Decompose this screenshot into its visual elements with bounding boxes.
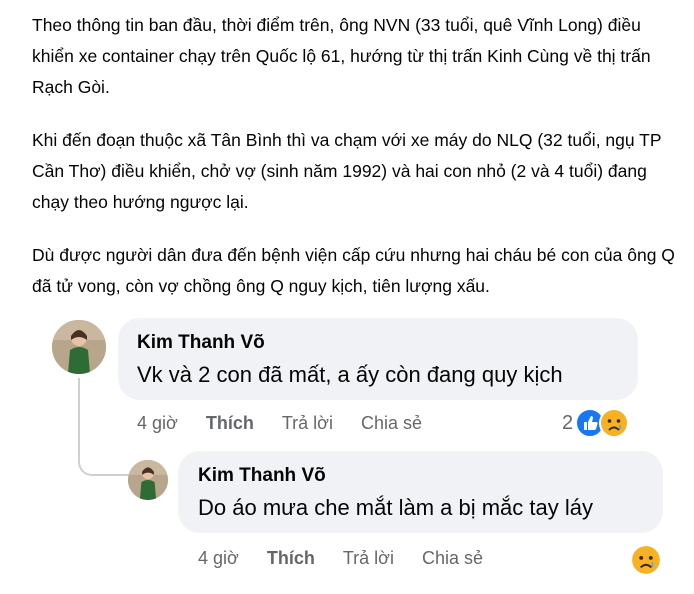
comment-author[interactable]: Kim Thanh Võ	[137, 332, 265, 354]
share-button[interactable]: Chia sẻ	[361, 413, 422, 434]
reply-button[interactable]: Trả lời	[282, 413, 333, 434]
avatar[interactable]	[128, 460, 168, 500]
avatar-image	[128, 460, 168, 500]
post-paragraph: Theo thông tin ban đầu, thời điểm trên, …	[32, 15, 651, 97]
comment-actions: 4 giờ Thích Trả lời Chia sẻ	[137, 413, 450, 434]
comment-text: Do áo mưa che mắt làm a bị mắc tay láy	[198, 495, 593, 520]
reaction-summary[interactable]: 2	[562, 408, 630, 438]
like-button[interactable]: Thích	[206, 413, 254, 434]
reaction-summary[interactable]	[630, 544, 662, 576]
avatar[interactable]	[52, 320, 106, 374]
share-button[interactable]: Chia sẻ	[422, 548, 483, 569]
reaction-count: 2	[562, 411, 574, 434]
avatar-image	[52, 320, 106, 374]
comment-time[interactable]: 4 giờ	[198, 548, 239, 569]
like-button[interactable]: Thích	[267, 548, 315, 569]
post-paragraph: Khi đến đoạn thuộc xã Tân Bình thì va ch…	[32, 130, 662, 212]
sad-icon	[630, 544, 662, 576]
comment-actions: 4 giờ Thích Trả lời Chia sẻ	[198, 548, 511, 569]
post-body: Theo thông tin ban đầu, thời điểm trên, …	[32, 10, 682, 324]
comment-time[interactable]: 4 giờ	[137, 413, 178, 434]
sad-icon	[599, 408, 630, 438]
post-paragraph: Dù được người dân đưa đến bệnh viện cấp …	[32, 245, 675, 296]
comment-text: Vk và 2 con đã mất, a ấy còn đang quy kị…	[137, 362, 563, 387]
reply-button[interactable]: Trả lời	[343, 548, 394, 569]
comment-bubble: Kim Thanh Võ Do áo mưa che mắt làm a bị …	[178, 451, 663, 533]
comment-bubble: Kim Thanh Võ Vk và 2 con đã mất, a ấy cò…	[118, 318, 638, 400]
comment-author[interactable]: Kim Thanh Võ	[198, 465, 326, 487]
reply-thread-line	[78, 378, 130, 476]
